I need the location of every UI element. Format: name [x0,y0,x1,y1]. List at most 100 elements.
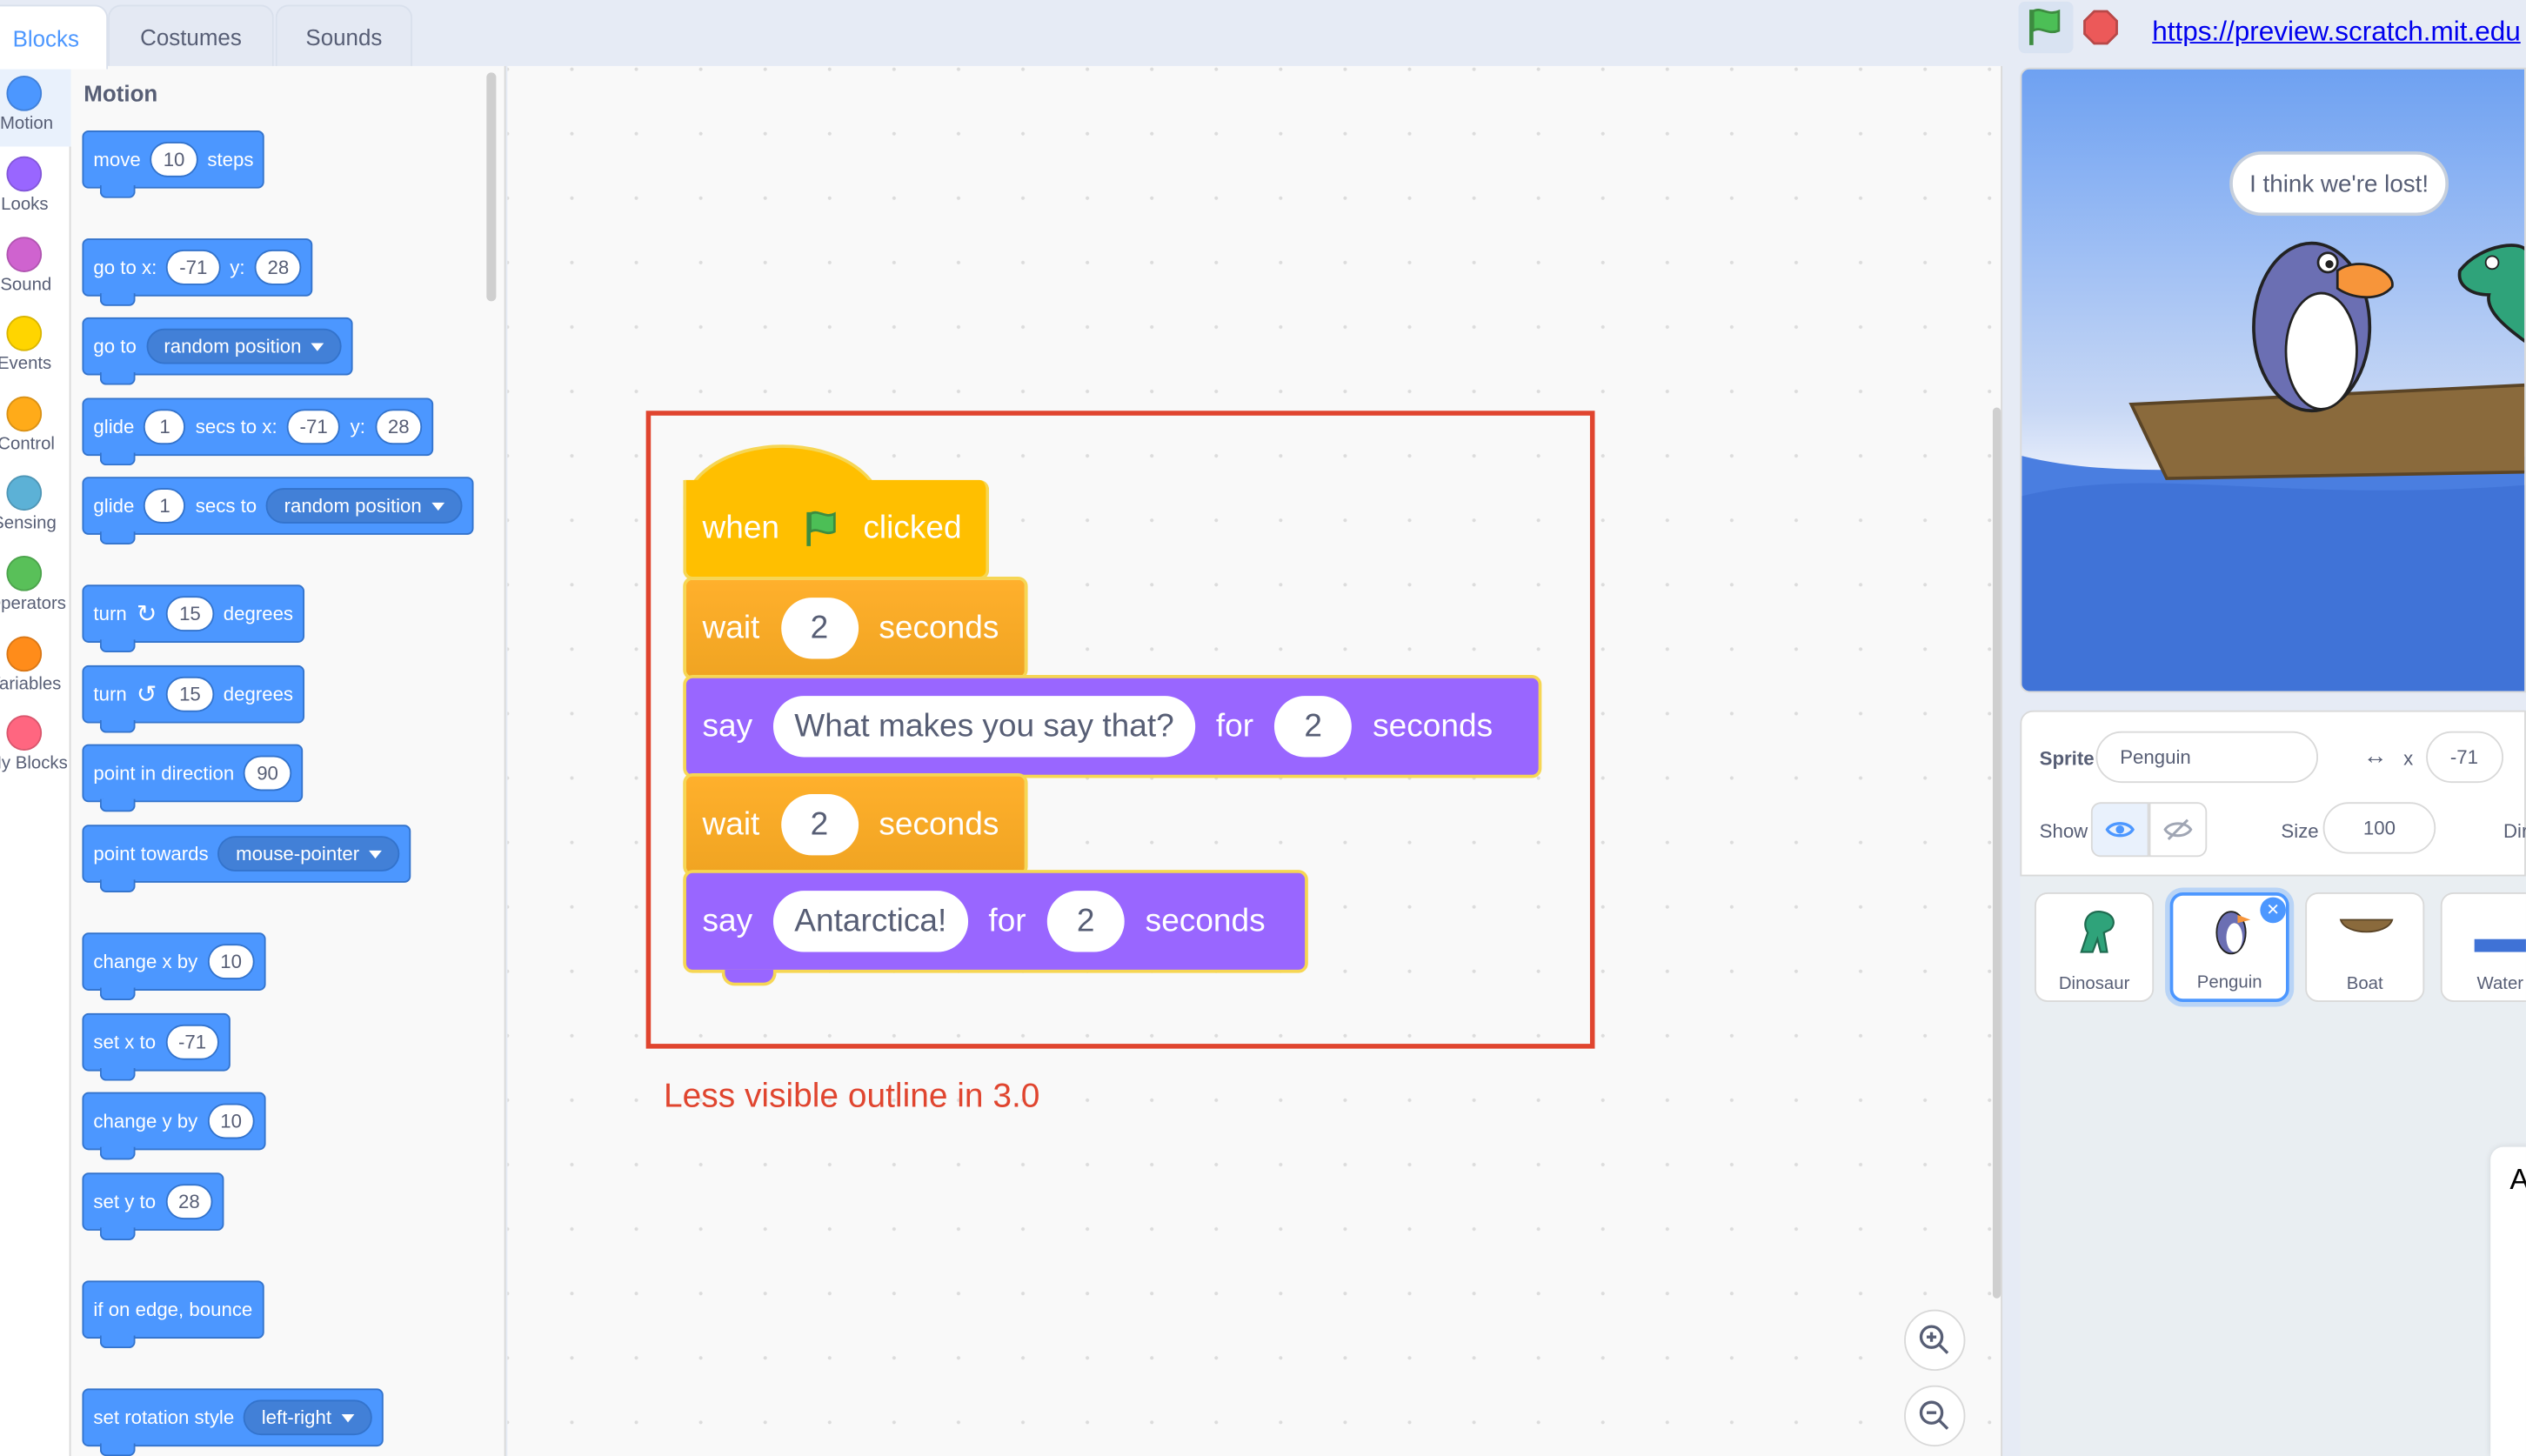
x-input[interactable]: -71 [286,409,341,445]
category-variables[interactable]: Variables [0,626,70,707]
category-label: Looks [1,195,49,215]
x-position-input[interactable]: -71 [2426,731,2504,784]
block-point-towards[interactable]: point towards mouse-pointer [82,825,411,893]
block-text: for [1215,707,1254,744]
block-text: degrees [223,683,294,706]
zoom-in-button[interactable] [1904,1309,1966,1372]
sprite-name: Water [2476,974,2524,994]
sprite-thumb-dinosaur[interactable]: Dinosaur [2035,892,2155,1002]
say-message-input[interactable]: Antarctica! [773,891,968,952]
steps-input[interactable]: 10 [150,141,198,177]
tab-sounds[interactable]: Sounds [275,4,413,66]
degrees-input[interactable]: 15 [166,596,214,631]
annotation-text: Less visible outline in 3.0 [664,1077,1040,1115]
rotate-right-icon: ↻ [136,600,157,629]
show-hidden-button[interactable] [2148,802,2208,858]
block-glide-xy[interactable]: glide 1 secs to x: -71 y: 28 [82,397,434,466]
sprite-name: Boat [2346,974,2383,994]
direction-label: Dir [2503,819,2526,843]
x-input[interactable]: -71 [165,1024,219,1060]
block-go-to-xy[interactable]: go to x: -71 y: 28 [82,238,314,306]
zoom-out-button[interactable] [1904,1385,1966,1447]
block-glide-to[interactable]: glide 1 secs to random position [82,477,474,544]
tab-costumes[interactable]: Costumes [108,4,274,66]
position-dropdown[interactable]: random position [145,328,342,364]
category-control[interactable]: Control [0,386,70,467]
category-label: Variables [0,674,62,695]
block-set-y[interactable]: set y to 28 [82,1172,224,1241]
zoom-in-icon [1919,1325,1949,1354]
direction-input[interactable]: 90 [244,755,291,791]
delete-sprite-button[interactable]: ✕ [2260,897,2286,924]
sound-dot-icon [6,237,43,272]
block-change-y[interactable]: change y by 10 [82,1092,266,1160]
block-bounce[interactable]: if on edge, bounce [82,1280,264,1349]
sprite-name-input[interactable]: Penguin [2095,731,2319,784]
category-motion[interactable]: Motion [0,65,71,147]
category-events[interactable]: Events [0,306,70,387]
stop-button[interactable] [2083,10,2119,45]
say-seconds-input[interactable]: 2 [1274,696,1353,758]
tab-sounds-label: Sounds [305,23,383,50]
secs-input[interactable]: 1 [144,409,186,445]
green-flag-icon [2029,9,2061,45]
y-input[interactable]: 28 [254,250,303,285]
tab-blocks[interactable]: Blocks [0,4,109,70]
block-text: seconds [1373,707,1494,744]
y-input[interactable]: 28 [375,409,423,445]
block-text: when [702,510,780,545]
dy-input[interactable]: 10 [207,1103,255,1139]
palette-scrollbar[interactable] [486,72,497,302]
say-message-input[interactable]: What makes you say that? [773,696,1195,758]
y-input[interactable]: 28 [165,1184,213,1219]
category-label: Sound [0,275,52,295]
panel-letter: A [2509,1163,2526,1197]
target-dropdown[interactable]: mouse-pointer [217,836,400,872]
degrees-input[interactable]: 15 [166,676,214,712]
wait-block-2[interactable]: wait 2 seconds [683,772,1028,877]
workspace-scrollbar[interactable] [1992,407,2001,1299]
position-dropdown[interactable]: random position [266,488,463,524]
block-text: say [702,707,753,744]
category-sensing[interactable]: Sensing [0,465,70,546]
say-for-block-2[interactable]: say Antarctica! for 2 seconds [683,870,1308,973]
looks-dot-icon [6,156,43,192]
category-looks[interactable]: Looks [0,147,70,228]
secs-input[interactable]: 1 [144,488,186,524]
preview-url-link[interactable]: https://preview.scratch.mit.edu [2152,17,2520,49]
size-label: Size [2281,819,2319,843]
block-point-direction[interactable]: point in direction 90 [82,744,303,812]
wait-seconds-input[interactable]: 2 [780,794,859,856]
category-my-blocks[interactable]: My Blocks [0,705,70,786]
say-seconds-input[interactable]: 2 [1046,891,1125,952]
block-move-steps[interactable]: move 10 steps [82,130,265,198]
say-for-block-1[interactable]: say What makes you say that? for 2 secon… [683,674,1542,778]
block-go-to[interactable]: go to random position [82,317,353,385]
show-visible-button[interactable] [2090,802,2149,858]
dx-input[interactable]: 10 [207,944,255,980]
block-text: change y by [93,1110,198,1132]
category-sound[interactable]: Sound [0,227,70,308]
x-input[interactable]: -71 [166,250,221,285]
show-label: Show [2039,819,2088,843]
category-label: Operators [0,594,66,614]
scratch-editor: Blocks Costumes Sounds Motion Looks Soun… [0,0,2526,1456]
block-set-x[interactable]: set x to -71 [82,1012,231,1081]
my-blocks-dot-icon [6,715,43,751]
size-input[interactable]: 100 [2322,802,2436,854]
category-label: Control [0,435,55,455]
block-turn-right[interactable]: turn ↻ 15 degrees [82,584,305,653]
wait-seconds-input[interactable]: 2 [780,598,859,659]
when-flag-clicked-block[interactable]: when clicked [683,479,990,580]
green-flag-button[interactable] [2018,1,2074,54]
sprite-thumb-boat[interactable]: Boat [2305,892,2425,1002]
wait-block-1[interactable]: wait 2 seconds [683,577,1028,680]
category-operators[interactable]: Operators [0,546,70,627]
block-change-x[interactable]: change x by 10 [82,932,266,1001]
category-label: Motion [0,114,54,134]
eye-hidden-icon [2163,818,2193,840]
block-turn-left[interactable]: turn ↺ 15 degrees [82,665,305,733]
rotation-style-dropdown[interactable]: left-right [244,1399,372,1436]
sprite-thumb-water[interactable]: Water [2440,892,2526,1002]
block-rotation-style[interactable]: set rotation style left-right [82,1388,384,1456]
